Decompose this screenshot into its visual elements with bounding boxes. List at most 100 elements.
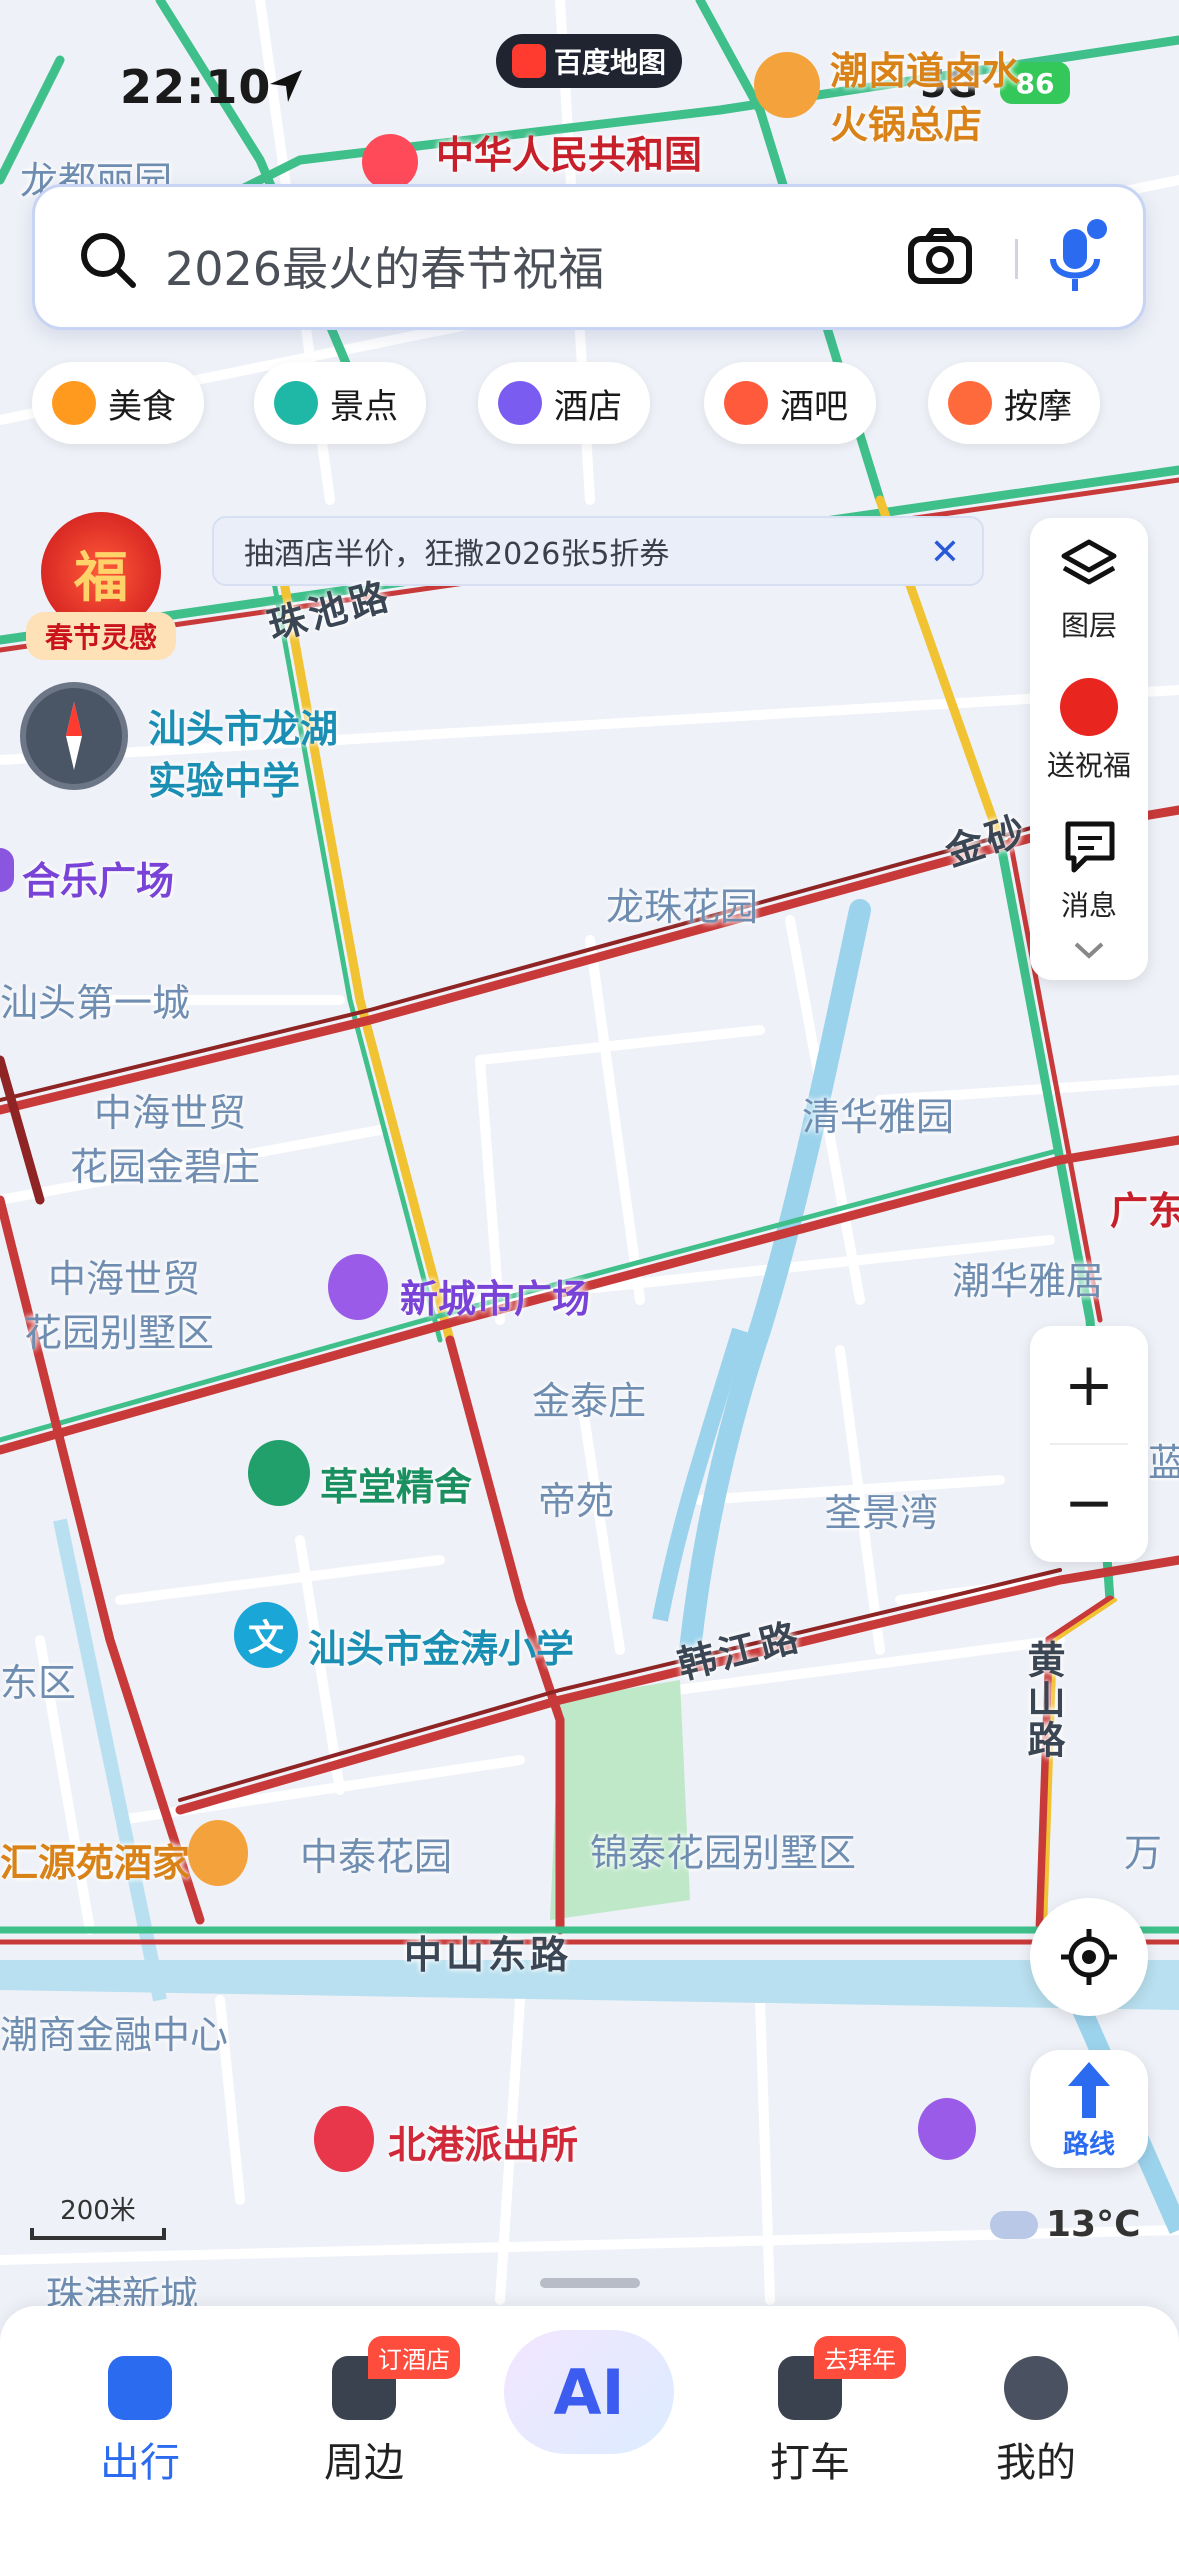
- blessing-icon: [1060, 678, 1118, 736]
- promo-text: 抽酒店半价，狂撒2026张5折券: [244, 537, 670, 572]
- app-indicator-pill: 百度地图: [496, 34, 682, 88]
- chip-food[interactable]: 美食: [32, 362, 204, 444]
- poi-label[interactable]: 北港派出所: [388, 2114, 578, 2169]
- poi-label[interactable]: 汕头市金涛小学: [308, 1618, 574, 1673]
- area-label[interactable]: 汕头第一城: [0, 972, 190, 1027]
- weather-widget[interactable]: 13°C: [990, 2204, 1141, 2245]
- area-label[interactable]: 帝苑: [538, 1470, 614, 1525]
- search-icon: [81, 233, 136, 288]
- tab-label: 出行: [100, 2440, 180, 2486]
- chip-bar[interactable]: 酒吧: [704, 362, 876, 444]
- tree-pin-icon: [248, 1440, 310, 1506]
- area-label[interactable]: 花园金碧庄: [70, 1136, 260, 1191]
- tab-label: 打车: [770, 2440, 850, 2486]
- road-label: 黄山路: [1021, 1640, 1065, 1760]
- area-label[interactable]: 中海世贸: [48, 1248, 200, 1303]
- area-label[interactable]: 蓝: [1148, 1432, 1179, 1487]
- area-label[interactable]: 万: [1124, 1822, 1162, 1877]
- area-label[interactable]: 金泰庄: [532, 1370, 646, 1425]
- promo-banner[interactable]: 抽酒店半价，狂撒2026张5折券 ✕: [212, 516, 984, 586]
- hotpot-pin-icon: [754, 52, 820, 118]
- blessing-button[interactable]: 送祝福: [1030, 678, 1148, 788]
- tab-profile[interactable]: 我的: [946, 2356, 1126, 2488]
- shopping-pin-icon: [918, 2098, 976, 2160]
- chevron-down-icon[interactable]: [1072, 938, 1106, 962]
- location-arrow-icon: [266, 66, 306, 110]
- poi-label[interactable]: 汇源苑酒家: [0, 1832, 190, 1887]
- festival-label: 春节灵感: [26, 612, 176, 660]
- cloud-icon: [990, 2210, 1038, 2239]
- chip-label: 美食: [108, 386, 176, 427]
- crosshair-icon: [1061, 1929, 1117, 1985]
- microphone-icon[interactable]: [1045, 219, 1107, 295]
- layers-label: 图层: [1060, 609, 1117, 642]
- chip-massage[interactable]: 按摩: [928, 362, 1100, 444]
- area-label[interactable]: 龙珠花园: [606, 876, 758, 931]
- poi-label[interactable]: 广东: [1110, 1180, 1179, 1235]
- area-label[interactable]: 花园别墅区: [24, 1302, 214, 1357]
- app-indicator-label: 百度地图: [553, 46, 666, 79]
- layers-icon: [1061, 539, 1117, 585]
- temperature: 13°C: [1046, 2204, 1141, 2245]
- police-pin-icon: [314, 2106, 374, 2172]
- chip-scenic[interactable]: 景点: [254, 362, 426, 444]
- chip-label: 酒吧: [780, 386, 848, 427]
- blessing-label: 送祝福: [1046, 749, 1131, 782]
- area-label[interactable]: 中泰花园: [300, 1826, 452, 1881]
- chip-label: 按摩: [1004, 386, 1072, 427]
- tab-ai[interactable]: AI: [504, 2330, 674, 2454]
- area-label[interactable]: 清华雅园: [802, 1086, 954, 1141]
- area-label[interactable]: 潮商金融中心: [0, 2004, 228, 2059]
- area-label[interactable]: 潮华雅居: [952, 1250, 1104, 1305]
- scenic-icon: [274, 381, 318, 425]
- road-label: 中山东路: [404, 1933, 573, 1977]
- tab-nearby[interactable]: 周边 订酒店: [274, 2336, 460, 2488]
- scale-bar: 200米: [30, 2190, 166, 2240]
- poi-label[interactable]: 潮卤道卤水: [830, 40, 1020, 95]
- tab-label: 周边: [324, 2440, 404, 2486]
- tab-tag: 订酒店: [368, 2336, 460, 2379]
- ai-label: AI: [553, 2356, 625, 2429]
- area-label[interactable]: 锦泰花园别墅区: [590, 1822, 856, 1877]
- tab-travel[interactable]: 出行: [50, 2356, 230, 2488]
- status-time: 22:10: [120, 60, 272, 114]
- sheet-handle[interactable]: [540, 2278, 640, 2288]
- camera-icon[interactable]: [907, 227, 973, 287]
- route-button[interactable]: 路线: [1030, 2050, 1148, 2168]
- shopping-pin-icon: [328, 1254, 388, 1320]
- search-bar[interactable]: 2026最火的春节祝福: [32, 184, 1146, 330]
- app-logo-icon: [511, 44, 546, 78]
- zoom-out-button[interactable]: −: [1030, 1444, 1148, 1562]
- messages-label: 消息: [1060, 889, 1117, 922]
- massage-icon: [948, 381, 992, 425]
- profile-icon: [1004, 2356, 1068, 2420]
- hotel-icon: [498, 381, 542, 425]
- message-icon: [1065, 821, 1115, 873]
- chip-label: 酒店: [554, 386, 622, 427]
- area-label[interactable]: 中海世贸: [94, 1082, 246, 1137]
- layers-button[interactable]: 图层: [1030, 538, 1148, 648]
- search-input[interactable]: 2026最火的春节祝福: [165, 233, 604, 299]
- poi-label[interactable]: 草堂精舍: [320, 1456, 472, 1511]
- zoom-in-button[interactable]: +: [1030, 1326, 1148, 1444]
- poi-label[interactable]: 新城市广场: [400, 1268, 590, 1323]
- star-pin-icon: [362, 134, 418, 190]
- area-label[interactable]: 荃景湾: [824, 1482, 938, 1537]
- poi-label[interactable]: 实验中学: [148, 750, 300, 805]
- poi-label[interactable]: 中华人民共和国: [436, 124, 702, 179]
- festival-badge[interactable]: 福 春节灵感: [26, 512, 176, 660]
- poi-label[interactable]: 合乐广场: [22, 850, 174, 905]
- area-label[interactable]: 东区: [0, 1652, 76, 1707]
- close-icon[interactable]: ✕: [930, 532, 960, 573]
- bar-icon: [724, 381, 768, 425]
- map-tools-panel: 图层 送祝福 消息: [1030, 518, 1148, 980]
- zoom-controls: + −: [1030, 1326, 1148, 1562]
- compass-icon[interactable]: [20, 682, 128, 790]
- poi-label[interactable]: 火锅总店: [830, 94, 982, 149]
- tab-taxi[interactable]: 打车 去拜年: [720, 2336, 906, 2488]
- locate-button[interactable]: [1030, 1898, 1148, 2016]
- messages-button[interactable]: 消息: [1030, 818, 1148, 928]
- poi-label[interactable]: 汕头市龙湖: [148, 698, 338, 753]
- chip-hotel[interactable]: 酒店: [478, 362, 650, 444]
- tab-tag: 去拜年: [814, 2336, 906, 2379]
